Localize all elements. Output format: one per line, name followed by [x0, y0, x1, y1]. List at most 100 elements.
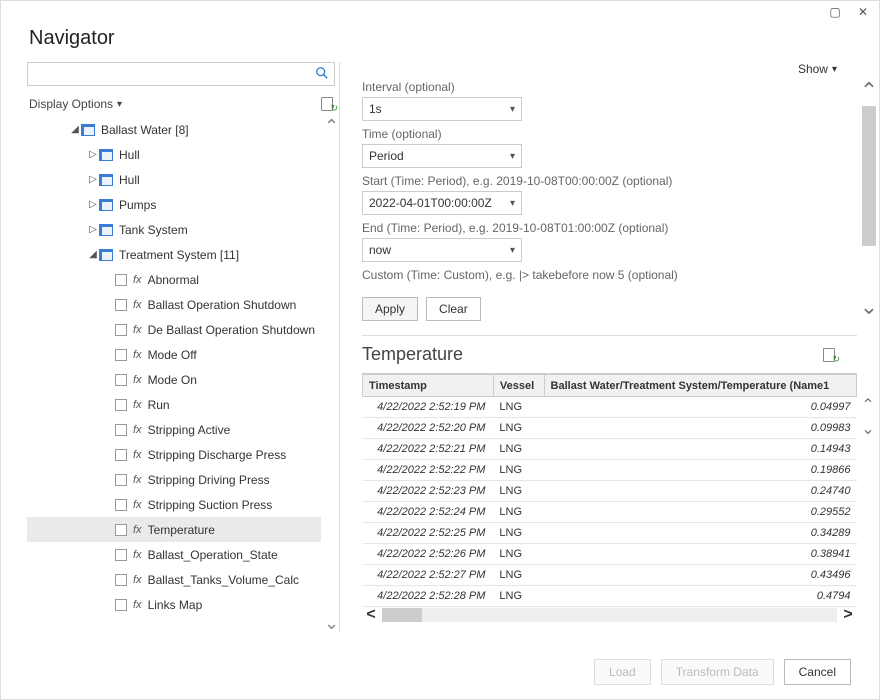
checkbox[interactable]	[115, 549, 127, 561]
scroll-right-icon[interactable]: >	[839, 606, 857, 624]
table-cell: LNG	[493, 586, 544, 607]
tree-node[interactable]: ▷Pumps	[27, 192, 321, 217]
column-header[interactable]: Timestamp	[363, 375, 494, 397]
fx-icon: fx	[133, 324, 142, 336]
tree-node[interactable]: ◢Treatment System [11]	[27, 242, 321, 267]
display-options-dropdown[interactable]: Display Options ▾	[29, 97, 122, 111]
caret-down-icon[interactable]: ◢	[69, 124, 81, 135]
checkbox[interactable]	[115, 524, 127, 536]
checkbox[interactable]	[115, 499, 127, 511]
tree-node-label: Temperature	[148, 523, 215, 537]
table-icon	[99, 174, 113, 186]
show-dropdown[interactable]: Show ▾	[798, 62, 837, 76]
table-row[interactable]: 4/22/2022 2:52:24 PMLNG0.29552	[363, 502, 857, 523]
table-row[interactable]: 4/22/2022 2:52:23 PMLNG0.24740	[363, 481, 857, 502]
checkbox[interactable]	[115, 474, 127, 486]
table-row[interactable]: 4/22/2022 2:52:22 PMLNG0.19866	[363, 460, 857, 481]
pane-vscrollbar[interactable]: ⌃ ⌄	[861, 80, 877, 318]
refresh-icon[interactable]	[823, 348, 837, 362]
checkbox[interactable]	[115, 299, 127, 311]
table-vscrollbar[interactable]: ⌃ ⌄	[861, 398, 875, 438]
end-select[interactable]: now ▾	[362, 238, 522, 262]
tree-node[interactable]: ·fxAbnormal	[27, 267, 321, 292]
refresh-icon[interactable]	[321, 97, 335, 111]
tree-node[interactable]: ·fxBallast Operation Shutdown	[27, 292, 321, 317]
tree-node[interactable]: ·fxStripping Suction Press	[27, 492, 321, 517]
search-input[interactable]	[27, 62, 335, 86]
tree-node[interactable]: ▷ Tank System	[27, 217, 321, 242]
table-cell: LNG	[493, 439, 544, 460]
apply-button[interactable]: Apply	[362, 297, 418, 321]
fx-icon: fx	[133, 349, 142, 361]
scroll-left-icon[interactable]: <	[362, 606, 380, 624]
table-cell: LNG	[493, 565, 544, 586]
table-row[interactable]: 4/22/2022 2:52:25 PMLNG0.34289	[363, 523, 857, 544]
tree-node[interactable]: ·fxLinks Map	[27, 592, 321, 617]
transform-data-button[interactable]: Transform Data	[661, 659, 774, 685]
caret-right-icon[interactable]: ▷	[87, 199, 99, 210]
tree-node[interactable]: ·fxDe Ballast Operation Shutdown	[27, 317, 321, 342]
tree-node[interactable]: ·fxBallast_Operation_State	[27, 542, 321, 567]
table-row[interactable]: 4/22/2022 2:52:28 PMLNG0.4794	[363, 586, 857, 607]
caret-right-icon[interactable]: ▷	[87, 149, 99, 160]
tree-node[interactable]: ·fxMode Off	[27, 342, 321, 367]
caret-right-icon[interactable]: ▷	[87, 174, 99, 185]
checkbox[interactable]	[115, 324, 127, 336]
table-cell: LNG	[493, 460, 544, 481]
checkbox[interactable]	[115, 599, 127, 611]
search-icon[interactable]	[310, 66, 334, 83]
tree-node[interactable]: ▷Hull	[27, 167, 321, 192]
tree-node-label: Mode Off	[148, 348, 197, 362]
time-label: Time (optional)	[362, 127, 857, 141]
column-header[interactable]: Vessel	[493, 375, 544, 397]
fx-icon: fx	[133, 574, 142, 586]
table-row[interactable]: 4/22/2022 2:52:20 PMLNG0.09983	[363, 418, 857, 439]
maximize-icon[interactable]: ▢	[827, 5, 843, 19]
clear-button[interactable]: Clear	[426, 297, 481, 321]
checkbox[interactable]	[115, 574, 127, 586]
tree-scrollbar[interactable]: ⌃ ⌄	[324, 117, 339, 632]
tree-node-label: Tank System	[119, 223, 188, 237]
tree-node[interactable]: ·fxRun	[27, 392, 321, 417]
interval-select[interactable]: 1s ▾	[362, 97, 522, 121]
tree-node[interactable]: ·fxStripping Discharge Press	[27, 442, 321, 467]
page-title: Navigator	[1, 23, 879, 62]
search-field[interactable]	[28, 63, 310, 85]
tree-node[interactable]: ·fxBallast_Tanks_Volume_Calc	[27, 567, 321, 592]
scroll-up-icon[interactable]: ⌃	[860, 80, 878, 102]
tree-node[interactable]: ◢Ballast Water [8]	[27, 117, 321, 142]
tree-node[interactable]: ·fxMode On	[27, 367, 321, 392]
table-row[interactable]: 4/22/2022 2:52:21 PMLNG0.14943	[363, 439, 857, 460]
checkbox[interactable]	[115, 424, 127, 436]
tree-node-label: Hull	[119, 148, 140, 162]
checkbox[interactable]	[115, 399, 127, 411]
table-row[interactable]: 4/22/2022 2:52:27 PMLNG0.43496	[363, 565, 857, 586]
scroll-down-icon[interactable]: ⌄	[861, 422, 874, 438]
table-row[interactable]: 4/22/2022 2:52:19 PMLNG0.04997	[363, 397, 857, 418]
fx-icon: fx	[133, 374, 142, 386]
time-select[interactable]: Period ▾	[362, 144, 522, 168]
table-hscrollbar[interactable]: < >	[362, 607, 857, 623]
column-header[interactable]: Ballast Water/Treatment System/Temperatu…	[544, 375, 856, 397]
fx-icon: fx	[133, 274, 142, 286]
tree-node[interactable]: ·fxTemperature	[27, 517, 321, 542]
tree-node[interactable]: ▷ Hull	[27, 142, 321, 167]
close-icon[interactable]: ✕	[855, 5, 871, 19]
load-button[interactable]: Load	[594, 659, 651, 685]
table-cell: 0.09983	[544, 418, 856, 439]
start-select[interactable]: 2022-04-01T00:00:00Z ▾	[362, 191, 522, 215]
table-row[interactable]: 4/22/2022 2:52:26 PMLNG0.38941	[363, 544, 857, 565]
checkbox[interactable]	[115, 349, 127, 361]
scroll-down-icon[interactable]: ⌄	[324, 614, 339, 632]
tree-node[interactable]: ·fxStripping Active	[27, 417, 321, 442]
tree-node[interactable]: ·fxStripping Driving Press	[27, 467, 321, 492]
scroll-up-icon[interactable]: ⌃	[861, 398, 874, 414]
checkbox[interactable]	[115, 449, 127, 461]
checkbox[interactable]	[115, 274, 127, 286]
cancel-button[interactable]: Cancel	[784, 659, 851, 685]
caret-down-icon[interactable]: ◢	[87, 249, 99, 260]
checkbox[interactable]	[115, 374, 127, 386]
scroll-down-icon[interactable]: ⌄	[860, 296, 878, 318]
caret-right-icon[interactable]: ▷	[87, 224, 99, 235]
scroll-up-icon[interactable]: ⌃	[324, 117, 339, 135]
